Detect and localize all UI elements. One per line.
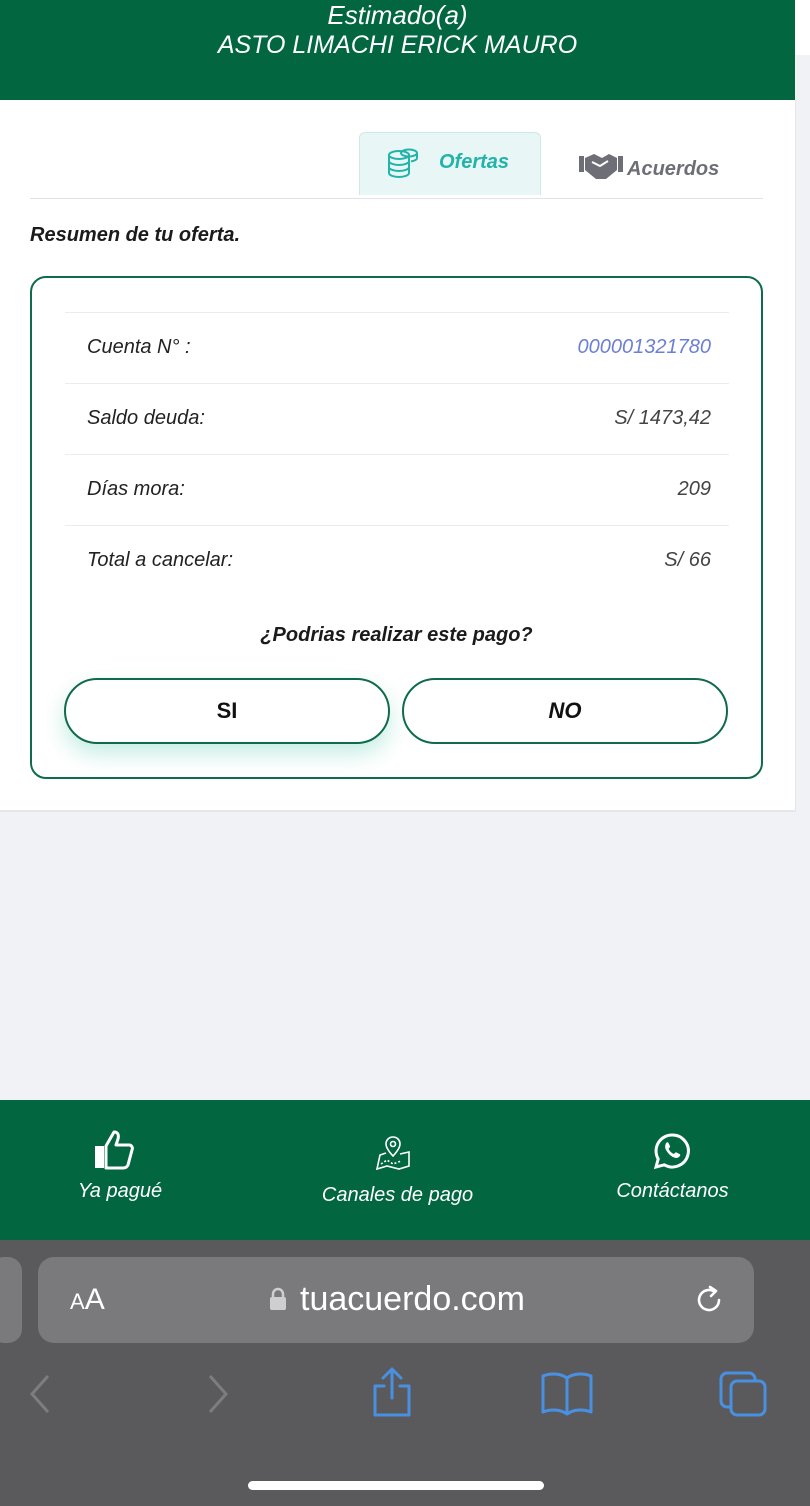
payment-question: ¿Podrias realizar este pago? bbox=[260, 624, 533, 646]
row-debt: Saldo deuda: S/ 1473,42 bbox=[65, 383, 729, 453]
tab-acuerdos-label: Acuerdos bbox=[627, 158, 720, 180]
row-total: Total a cancelar: S/ 66 bbox=[65, 525, 729, 595]
tab-acuerdos[interactable]: Acuerdos bbox=[578, 150, 738, 190]
browser-toolbar: AA tuacuerdo.com bbox=[0, 1240, 810, 1506]
no-button[interactable]: NO bbox=[402, 678, 728, 744]
whatsapp-icon bbox=[653, 1132, 691, 1175]
forward-icon[interactable] bbox=[206, 1372, 232, 1421]
thumbs-up-icon bbox=[92, 1128, 136, 1177]
row-days: Días mora: 209 bbox=[65, 454, 729, 524]
main-content: Ofertas Acuerdos Resumen de tu oferta. C… bbox=[0, 100, 796, 812]
tab-ofertas-label: Ofertas bbox=[439, 151, 510, 173]
summary-title: Resumen de tu oferta. bbox=[30, 224, 241, 246]
bottom-nav: Ya pagué Canales de pago Contáctanos bbox=[0, 1100, 810, 1240]
account-label: Cuenta N° : bbox=[87, 336, 191, 358]
header-edge bbox=[795, 0, 810, 55]
debt-label: Saldo deuda: bbox=[87, 407, 205, 429]
nav-ya-pague-label: Ya pagué bbox=[77, 1180, 163, 1202]
row-account: Cuenta N° : 000001321780 bbox=[65, 312, 729, 382]
tabs-divider bbox=[30, 198, 763, 199]
address-bar[interactable]: AA tuacuerdo.com bbox=[38, 1257, 754, 1343]
share-icon[interactable] bbox=[370, 1366, 414, 1423]
days-label: Días mora: bbox=[87, 478, 185, 500]
coins-icon bbox=[386, 147, 420, 186]
previous-tab-edge[interactable] bbox=[0, 1257, 22, 1343]
account-number: 000001321780 bbox=[577, 336, 711, 358]
offer-card: Cuenta N° : 000001321780 Saldo deuda: S/… bbox=[30, 276, 763, 779]
nav-contactanos[interactable]: Contáctanos bbox=[590, 1100, 755, 1240]
lock-icon bbox=[268, 1287, 288, 1316]
header: Estimado(a) ASTO LIMACHI ERICK MAURO bbox=[0, 0, 795, 100]
handshake-icon bbox=[578, 152, 624, 187]
nav-ya-pague[interactable]: Ya pagué bbox=[40, 1100, 200, 1240]
greeting: Estimado(a) bbox=[327, 0, 468, 30]
bookmarks-icon[interactable] bbox=[540, 1370, 594, 1421]
home-indicator bbox=[248, 1481, 544, 1490]
tabs-icon[interactable] bbox=[718, 1370, 768, 1423]
total-label: Total a cancelar: bbox=[87, 549, 234, 571]
reload-icon[interactable] bbox=[692, 1283, 726, 1322]
tab-ofertas[interactable]: Ofertas bbox=[359, 132, 541, 195]
days-value: 209 bbox=[677, 478, 711, 500]
text-size-button[interactable]: AA bbox=[70, 1283, 105, 1317]
yes-button[interactable]: SI bbox=[64, 678, 390, 744]
total-value: S/ 66 bbox=[664, 549, 711, 571]
back-icon[interactable] bbox=[26, 1372, 52, 1421]
nav-contactanos-label: Contáctanos bbox=[616, 1180, 729, 1202]
customer-name: ASTO LIMACHI ERICK MAURO bbox=[217, 31, 578, 59]
url-text: tuacuerdo.com bbox=[300, 1280, 525, 1318]
nav-canales-label: Canales de pago bbox=[321, 1184, 474, 1206]
nav-canales-pago[interactable]: Canales de pago bbox=[295, 1100, 500, 1240]
debt-value: S/ 1473,42 bbox=[614, 407, 711, 429]
map-pin-icon bbox=[375, 1134, 411, 1177]
